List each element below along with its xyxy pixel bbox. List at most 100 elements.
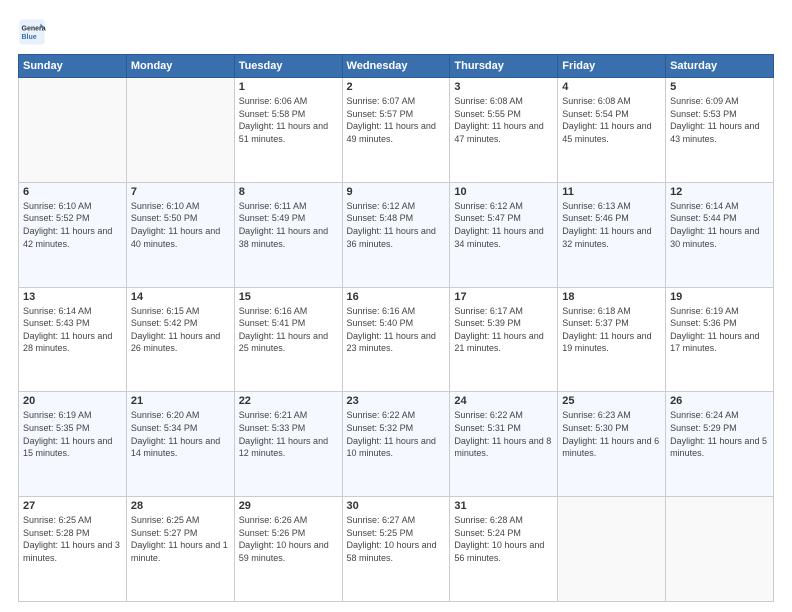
day-cell: 14 Sunrise: 6:15 AM Sunset: 5:42 PM Dayli… <box>126 287 234 392</box>
day-info: Sunrise: 6:25 AM Sunset: 5:27 PM Dayligh… <box>131 514 230 564</box>
day-cell <box>126 78 234 183</box>
day-info: Sunrise: 6:25 AM Sunset: 5:28 PM Dayligh… <box>23 514 122 564</box>
day-info: Sunrise: 6:23 AM Sunset: 5:30 PM Dayligh… <box>562 409 661 459</box>
day-number: 30 <box>347 500 446 512</box>
weekday-header-row: SundayMondayTuesdayWednesdayThursdayFrid… <box>19 55 774 78</box>
day-info: Sunrise: 6:19 AM Sunset: 5:35 PM Dayligh… <box>23 409 122 459</box>
day-cell: 24 Sunrise: 6:22 AM Sunset: 5:31 PM Dayli… <box>450 392 558 497</box>
day-number: 5 <box>670 81 769 93</box>
day-number: 16 <box>347 291 446 303</box>
day-cell: 27 Sunrise: 6:25 AM Sunset: 5:28 PM Dayli… <box>19 497 127 602</box>
day-info: Sunrise: 6:22 AM Sunset: 5:31 PM Dayligh… <box>454 409 553 459</box>
day-info: Sunrise: 6:17 AM Sunset: 5:39 PM Dayligh… <box>454 305 553 355</box>
day-info: Sunrise: 6:26 AM Sunset: 5:26 PM Dayligh… <box>239 514 338 564</box>
week-row-2: 6 Sunrise: 6:10 AM Sunset: 5:52 PM Daylig… <box>19 182 774 287</box>
day-number: 2 <box>347 81 446 93</box>
day-info: Sunrise: 6:13 AM Sunset: 5:46 PM Dayligh… <box>562 200 661 250</box>
day-cell <box>666 497 774 602</box>
day-cell: 19 Sunrise: 6:19 AM Sunset: 5:36 PM Dayli… <box>666 287 774 392</box>
day-number: 6 <box>23 186 122 198</box>
day-info: Sunrise: 6:08 AM Sunset: 5:55 PM Dayligh… <box>454 95 553 145</box>
day-cell: 10Sunrise: 6:12 AM Sunset: 5:47 PM Dayli… <box>450 182 558 287</box>
weekday-saturday: Saturday <box>666 55 774 78</box>
day-number: 12 <box>670 186 769 198</box>
day-cell: 17Sunrise: 6:17 AM Sunset: 5:39 PM Dayli… <box>450 287 558 392</box>
day-cell: 9 Sunrise: 6:12 AM Sunset: 5:48 PM Daylig… <box>342 182 450 287</box>
day-number: 28 <box>131 500 230 512</box>
day-cell: 8 Sunrise: 6:11 AM Sunset: 5:49 PM Daylig… <box>234 182 342 287</box>
day-number: 23 <box>347 395 446 407</box>
day-info: Sunrise: 6:15 AM Sunset: 5:42 PM Dayligh… <box>131 305 230 355</box>
day-cell: 16 Sunrise: 6:16 AM Sunset: 5:40 PM Dayli… <box>342 287 450 392</box>
day-cell: 1Sunrise: 6:06 AM Sunset: 5:58 PM Daylig… <box>234 78 342 183</box>
day-cell: 6 Sunrise: 6:10 AM Sunset: 5:52 PM Daylig… <box>19 182 127 287</box>
day-info: Sunrise: 6:10 AM Sunset: 5:50 PM Dayligh… <box>131 200 230 250</box>
day-number: 9 <box>347 186 446 198</box>
weekday-tuesday: Tuesday <box>234 55 342 78</box>
day-cell: 18Sunrise: 6:18 AM Sunset: 5:37 PM Dayli… <box>558 287 666 392</box>
day-cell: 11 Sunrise: 6:13 AM Sunset: 5:46 PM Dayli… <box>558 182 666 287</box>
day-number: 14 <box>131 291 230 303</box>
day-cell: 28 Sunrise: 6:25 AM Sunset: 5:27 PM Dayli… <box>126 497 234 602</box>
day-cell: 29 Sunrise: 6:26 AM Sunset: 5:26 PM Dayli… <box>234 497 342 602</box>
day-info: Sunrise: 6:20 AM Sunset: 5:34 PM Dayligh… <box>131 409 230 459</box>
day-number: 11 <box>562 186 661 198</box>
day-cell: 30 Sunrise: 6:27 AM Sunset: 5:25 PM Dayli… <box>342 497 450 602</box>
day-number: 4 <box>562 81 661 93</box>
day-info: Sunrise: 6:19 AM Sunset: 5:36 PM Dayligh… <box>670 305 769 355</box>
day-info: Sunrise: 6:28 AM Sunset: 5:24 PM Dayligh… <box>454 514 553 564</box>
day-info: Sunrise: 6:11 AM Sunset: 5:49 PM Dayligh… <box>239 200 338 250</box>
logo-icon: General Blue <box>18 18 46 46</box>
day-number: 15 <box>239 291 338 303</box>
weekday-monday: Monday <box>126 55 234 78</box>
day-number: 26 <box>670 395 769 407</box>
day-info: Sunrise: 6:16 AM Sunset: 5:41 PM Dayligh… <box>239 305 338 355</box>
weekday-wednesday: Wednesday <box>342 55 450 78</box>
day-number: 20 <box>23 395 122 407</box>
day-info: Sunrise: 6:21 AM Sunset: 5:33 PM Dayligh… <box>239 409 338 459</box>
day-info: Sunrise: 6:07 AM Sunset: 5:57 PM Dayligh… <box>347 95 446 145</box>
day-info: Sunrise: 6:18 AM Sunset: 5:37 PM Dayligh… <box>562 305 661 355</box>
day-cell: 3 Sunrise: 6:08 AM Sunset: 5:55 PM Daylig… <box>450 78 558 183</box>
day-number: 31 <box>454 500 553 512</box>
day-cell <box>19 78 127 183</box>
day-info: Sunrise: 6:14 AM Sunset: 5:44 PM Dayligh… <box>670 200 769 250</box>
day-info: Sunrise: 6:16 AM Sunset: 5:40 PM Dayligh… <box>347 305 446 355</box>
day-info: Sunrise: 6:12 AM Sunset: 5:48 PM Dayligh… <box>347 200 446 250</box>
day-cell: 31 Sunrise: 6:28 AM Sunset: 5:24 PM Dayli… <box>450 497 558 602</box>
day-info: Sunrise: 6:10 AM Sunset: 5:52 PM Dayligh… <box>23 200 122 250</box>
weekday-thursday: Thursday <box>450 55 558 78</box>
day-info: Sunrise: 6:09 AM Sunset: 5:53 PM Dayligh… <box>670 95 769 145</box>
day-number: 19 <box>670 291 769 303</box>
header: General Blue <box>18 18 774 46</box>
day-cell: 23Sunrise: 6:22 AM Sunset: 5:32 PM Dayli… <box>342 392 450 497</box>
day-number: 25 <box>562 395 661 407</box>
day-cell: 13Sunrise: 6:14 AM Sunset: 5:43 PM Dayli… <box>19 287 127 392</box>
day-cell: 21Sunrise: 6:20 AM Sunset: 5:34 PM Dayli… <box>126 392 234 497</box>
day-cell: 15 Sunrise: 6:16 AM Sunset: 5:41 PM Dayli… <box>234 287 342 392</box>
week-row-4: 20 Sunrise: 6:19 AM Sunset: 5:35 PM Dayli… <box>19 392 774 497</box>
day-number: 29 <box>239 500 338 512</box>
day-cell: 5 Sunrise: 6:09 AM Sunset: 5:53 PM Daylig… <box>666 78 774 183</box>
day-number: 8 <box>239 186 338 198</box>
day-cell: 12 Sunrise: 6:14 AM Sunset: 5:44 PM Dayli… <box>666 182 774 287</box>
day-number: 3 <box>454 81 553 93</box>
svg-text:Blue: Blue <box>22 34 37 41</box>
day-cell <box>558 497 666 602</box>
day-info: Sunrise: 6:14 AM Sunset: 5:43 PM Dayligh… <box>23 305 122 355</box>
day-cell: 20 Sunrise: 6:19 AM Sunset: 5:35 PM Dayli… <box>19 392 127 497</box>
week-row-3: 13Sunrise: 6:14 AM Sunset: 5:43 PM Dayli… <box>19 287 774 392</box>
day-cell: 25 Sunrise: 6:23 AM Sunset: 5:30 PM Dayli… <box>558 392 666 497</box>
day-cell: 2 Sunrise: 6:07 AM Sunset: 5:57 PM Daylig… <box>342 78 450 183</box>
weekday-friday: Friday <box>558 55 666 78</box>
day-cell: 4Sunrise: 6:08 AM Sunset: 5:54 PM Daylig… <box>558 78 666 183</box>
day-number: 1 <box>239 81 338 93</box>
day-info: Sunrise: 6:27 AM Sunset: 5:25 PM Dayligh… <box>347 514 446 564</box>
day-number: 24 <box>454 395 553 407</box>
day-number: 27 <box>23 500 122 512</box>
week-row-1: 1Sunrise: 6:06 AM Sunset: 5:58 PM Daylig… <box>19 78 774 183</box>
calendar: SundayMondayTuesdayWednesdayThursdayFrid… <box>18 54 774 602</box>
day-number: 10 <box>454 186 553 198</box>
day-cell: 22Sunrise: 6:21 AM Sunset: 5:33 PM Dayli… <box>234 392 342 497</box>
week-row-5: 27 Sunrise: 6:25 AM Sunset: 5:28 PM Dayli… <box>19 497 774 602</box>
